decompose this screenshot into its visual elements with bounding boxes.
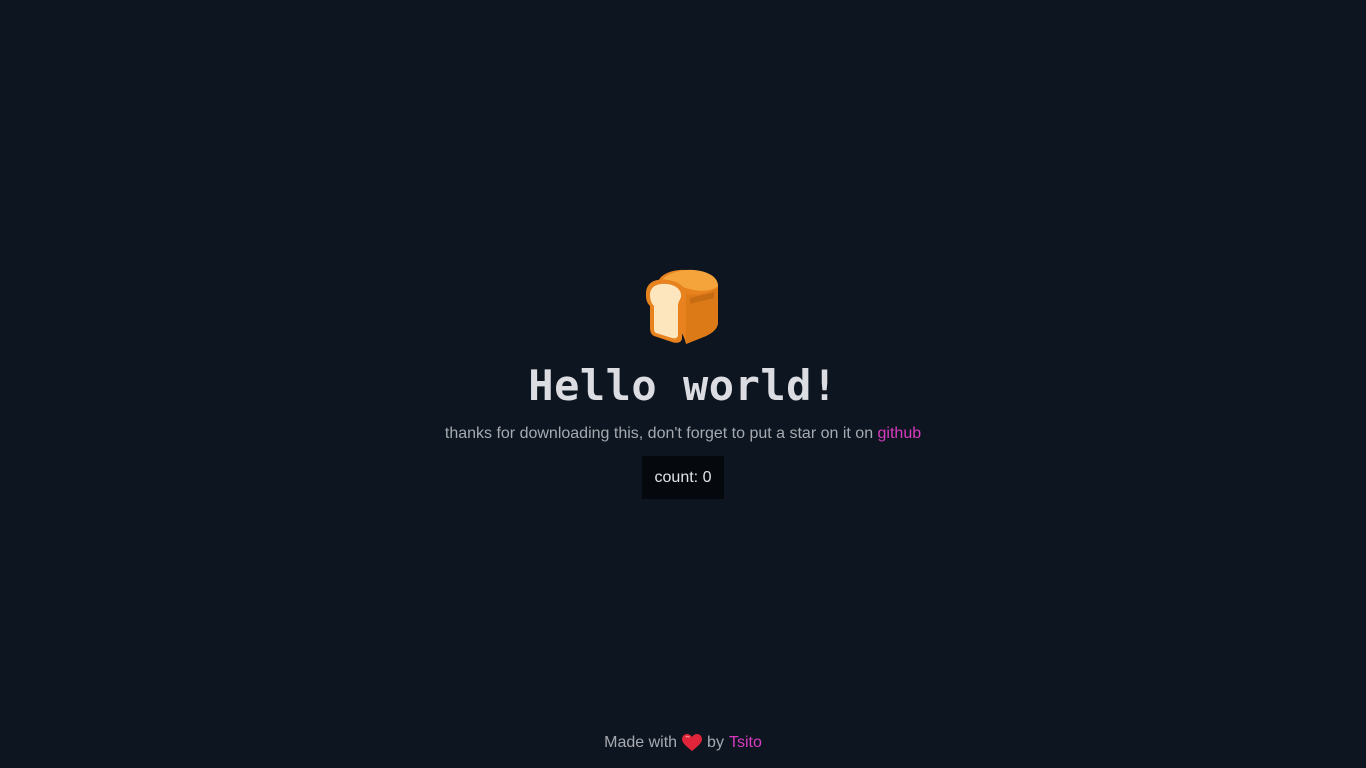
heart-icon xyxy=(682,734,703,751)
github-link[interactable]: github xyxy=(878,425,922,442)
footer-by: by xyxy=(707,734,724,751)
count-button[interactable]: count: 0 xyxy=(642,456,724,499)
subtitle-text: thanks for downloading this, don't forge… xyxy=(444,425,878,442)
footer-made-with: Made with xyxy=(604,734,678,751)
author-link[interactable]: Tsito xyxy=(729,733,762,753)
page-title: Hello world! xyxy=(528,361,838,410)
page: Hello world! thanks for downloading this… xyxy=(0,0,1366,768)
subtitle: thanks for downloading this, don't forge… xyxy=(445,424,921,444)
bread-icon xyxy=(646,269,718,344)
hero: Hello world! thanks for downloading this… xyxy=(0,268,1366,499)
footer: Made with by Tsito xyxy=(0,733,1366,753)
